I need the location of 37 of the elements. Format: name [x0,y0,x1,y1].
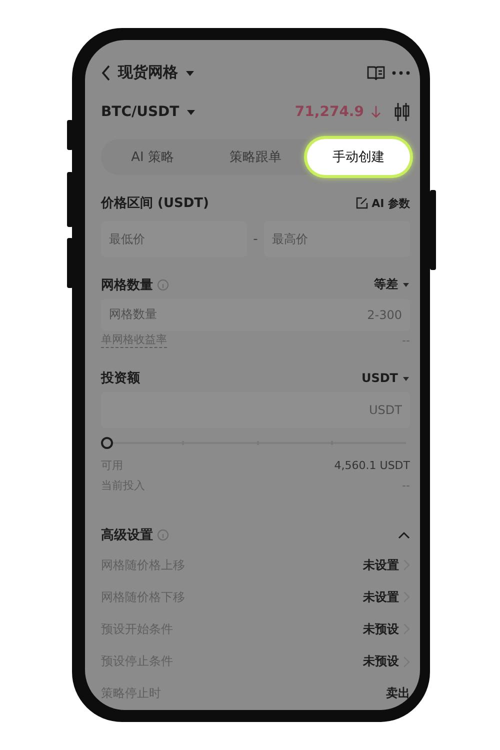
arrow-down-icon [371,105,381,120]
price-value: 71,274.9 [294,104,364,120]
setting-value[interactable]: 未设置 [363,588,399,606]
min-price-field[interactable]: 最低价 [101,221,248,258]
current-value: -- [402,478,410,492]
caret-icon [185,68,195,77]
setting-value[interactable]: 卖出 [386,685,410,702]
range-separator: - [253,232,258,247]
back-icon [101,64,111,81]
yield-value: -- [402,334,410,347]
max-price-field[interactable]: 最高价 [264,221,410,258]
slider-thumb[interactable] [101,436,113,449]
setting-value[interactable]: 未预设 [363,653,399,670]
candlestick-icon [394,102,410,122]
caret-icon [402,374,410,382]
section-label: 网格数量 [101,276,153,294]
tab[interactable]: 手动创建 [307,139,410,176]
available-value: 4,560.1 USDT [334,458,410,472]
caret-icon [186,108,196,116]
book-icon [367,64,385,81]
tab[interactable]: AI 策略 [101,139,204,176]
info-icon [157,278,169,291]
section-label: 价格区间 (USDT) [101,195,209,212]
page-title[interactable]: 现货网格 [118,63,178,82]
edit-icon [356,197,368,210]
currency-select[interactable]: USDT [361,371,398,386]
setting-value[interactable]: 未设置 [363,556,399,574]
more-icon [392,70,410,75]
section-label: 投资额 [101,370,140,388]
caret-icon [402,281,410,288]
grid-mode-select[interactable]: 等差 [374,276,398,294]
setting-value[interactable]: 未预设 [363,620,399,638]
section-label: 高级设置 [101,526,153,544]
info-icon [157,529,169,542]
tab[interactable]: 策略跟单 [204,139,307,176]
ai-params-link[interactable]: AI 参数 [372,196,410,211]
pair-symbol[interactable]: BTC/USDT [101,104,180,120]
